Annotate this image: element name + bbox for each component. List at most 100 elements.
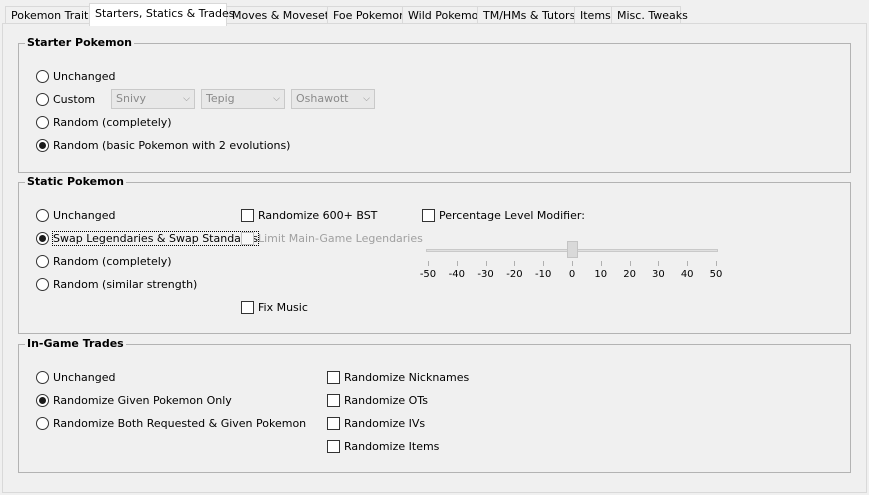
randomize-nicknames-checkbox[interactable]: Randomize Nicknames [327, 369, 469, 385]
trades-randomize-both-radio[interactable]: Randomize Both Requested & Given Pokemon [36, 415, 306, 431]
slider-tick [572, 261, 573, 266]
radio-label: Unchanged [53, 208, 116, 222]
starter-custom-select-1[interactable]: Snivy ⌵ [111, 89, 195, 109]
checkbox-label: Randomize Nicknames [344, 370, 470, 384]
starter-custom-select-3[interactable]: Oshawott ⌵ [291, 89, 375, 109]
tab-label: Misc. Tweaks [617, 9, 688, 22]
limit-main-game-legendaries-checkbox[interactable]: Limit Main-Game Legendaries [241, 230, 423, 246]
radio-label: Unchanged [53, 370, 116, 384]
checkbox-label: Fix Music [258, 300, 308, 314]
radio-indicator [36, 370, 49, 384]
slider-tick [658, 261, 660, 266]
tab-starters-statics-trades[interactable]: Starters, Statics & Trades [89, 3, 235, 26]
checkbox-indicator [241, 300, 254, 314]
chevron-down-icon: ⌵ [273, 94, 280, 104]
checkbox-indicator [327, 393, 340, 407]
checkbox-indicator [327, 416, 340, 430]
radio-label: Random (similar strength) [53, 277, 198, 291]
tab-label: Wild Pokemon [408, 9, 486, 22]
starter-pokemon-title: Starter Pokemon [25, 36, 134, 50]
randomize-ots-checkbox[interactable]: Randomize OTs [327, 392, 428, 408]
checkbox-label: Randomize Items [344, 439, 440, 453]
tab-label: Pokemon Traits [11, 9, 95, 22]
radio-indicator [36, 393, 49, 407]
checkbox-label: Limit Main-Game Legendaries [258, 231, 423, 245]
static-random-similar-strength-radio[interactable]: Random (similar strength) [36, 276, 197, 292]
radio-label: Random (basic Pokemon with 2 evolutions) [53, 138, 291, 152]
chevron-down-icon: ⌵ [183, 94, 190, 104]
percentage-level-modifier-checkbox[interactable]: Percentage Level Modifier: [422, 207, 585, 223]
radio-label: Random (completely) [53, 115, 172, 129]
fix-music-checkbox[interactable]: Fix Music [241, 299, 308, 315]
randomize-600-bst-checkbox[interactable]: Randomize 600+ BST [241, 207, 377, 223]
trades-unchanged-radio[interactable]: Unchanged [36, 369, 116, 385]
radio-label: Custom [53, 92, 96, 106]
select-value: Tepig [206, 92, 235, 105]
checkbox-indicator [241, 231, 254, 245]
slider-tick [428, 261, 429, 266]
static-unchanged-radio[interactable]: Unchanged [36, 207, 116, 223]
slider-tick-label: -20 [506, 269, 523, 280]
radio-indicator [36, 416, 49, 430]
radio-label: Randomize Both Requested & Given Pokemon [53, 416, 307, 430]
slider-tick [687, 261, 689, 266]
checkbox-label: Randomize 600+ BST [258, 208, 378, 222]
radio-indicator [36, 231, 49, 245]
level-modifier-slider-thumb[interactable] [567, 241, 578, 258]
radio-indicator [36, 208, 49, 222]
tab-label: Foe Pokemon [333, 9, 407, 22]
select-value: Snivy [116, 92, 147, 105]
slider-tick [629, 261, 631, 266]
radio-indicator [36, 277, 49, 291]
slider-tick-label: 10 [594, 269, 608, 280]
radio-indicator [36, 254, 49, 268]
starter-custom-select-2[interactable]: Tepig ⌵ [201, 89, 285, 109]
checkbox-label: Randomize OTs [344, 393, 428, 407]
tab-label: TM/HMs & Tutors [483, 9, 576, 22]
static-swap-legendaries-radio[interactable]: Swap Legendaries & Swap Standards [36, 230, 259, 246]
randomize-ivs-checkbox[interactable]: Randomize IVs [327, 415, 425, 431]
slider-tick-label: -50 [419, 269, 437, 280]
slider-tick-label: 40 [680, 269, 694, 280]
slider-tick-label: 50 [709, 269, 723, 280]
radio-indicator [36, 115, 49, 129]
slider-tick [716, 261, 717, 266]
radio-label: Unchanged [53, 69, 116, 83]
select-value: Oshawott [296, 92, 349, 105]
checkbox-label: Randomize IVs [344, 416, 426, 430]
randomize-items-checkbox[interactable]: Randomize Items [327, 438, 439, 454]
trades-randomize-given-radio[interactable]: Randomize Given Pokemon Only [36, 392, 232, 408]
starter-random-basic-radio[interactable]: Random (basic Pokemon with 2 evolutions) [36, 137, 290, 153]
tab-label: Items [580, 9, 611, 22]
starter-random-completely-radio[interactable]: Random (completely) [36, 114, 172, 130]
in-game-trades-title: In-Game Trades [25, 337, 126, 351]
checkbox-indicator [422, 208, 435, 222]
chevron-down-icon: ⌵ [363, 94, 370, 104]
slider-tick [485, 261, 487, 266]
tab-label: Starters, Statics & Trades [95, 7, 235, 20]
checkbox-indicator [327, 439, 340, 453]
checkbox-indicator [241, 208, 254, 222]
slider-tick-label: -10 [535, 269, 552, 280]
starter-custom-radio[interactable]: Custom [36, 91, 95, 107]
slider-tick-label: 20 [623, 269, 636, 280]
slider-tick [514, 261, 516, 266]
starter-unchanged-radio[interactable]: Unchanged [36, 68, 116, 84]
radio-indicator [36, 69, 49, 83]
static-random-completely-radio[interactable]: Random (completely) [36, 253, 172, 269]
radio-label: Random (completely) [53, 254, 172, 268]
slider-tick-label: 0 [568, 269, 576, 280]
slider-tick [543, 261, 545, 266]
static-pokemon-title: Static Pokemon [25, 175, 126, 189]
checkbox-indicator [327, 370, 340, 384]
radio-indicator [36, 92, 49, 106]
slider-tick-label: 30 [652, 269, 665, 280]
radio-indicator [36, 138, 49, 152]
radio-label: Randomize Given Pokemon Only [53, 393, 232, 407]
tab-label: Moves & Movesets [232, 9, 335, 22]
checkbox-label: Percentage Level Modifier: [439, 208, 585, 222]
slider-tick [456, 261, 458, 266]
radio-label: Swap Legendaries & Swap Standards [52, 230, 259, 246]
slider-tick [600, 261, 602, 266]
slider-tick-label: -40 [448, 269, 465, 280]
